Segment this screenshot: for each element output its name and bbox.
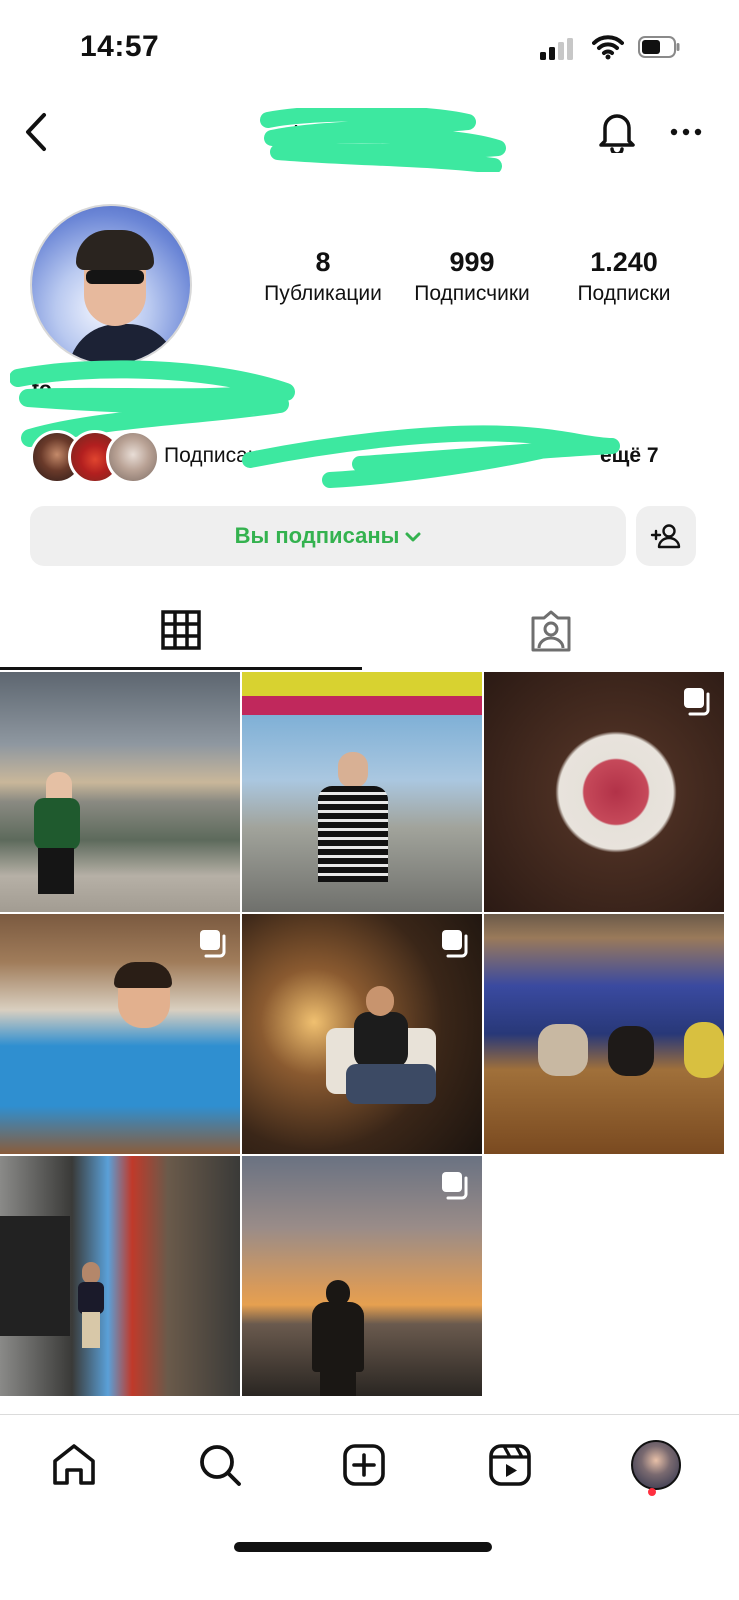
wifi-icon (592, 35, 624, 60)
reels-icon (489, 1444, 531, 1486)
nav-home-button[interactable] (44, 1435, 104, 1495)
following-dropdown-button[interactable]: Вы подписаны (30, 506, 626, 566)
redaction-scribble (260, 108, 506, 172)
suggested-accounts-button[interactable] (636, 506, 696, 566)
grid-icon (161, 609, 201, 650)
post-thumbnail[interactable] (242, 914, 482, 1154)
plus-square-icon (343, 1444, 385, 1486)
status-time: 14:57 (80, 30, 160, 63)
more-horizontal-icon (670, 128, 702, 136)
post-thumbnail[interactable] (0, 1156, 240, 1396)
profile-tabs (0, 592, 739, 670)
carousel-icon (442, 930, 468, 958)
following-count: 1.240 (590, 247, 658, 277)
bottom-tab-bar (0, 1414, 739, 1524)
profile-avatar[interactable] (30, 204, 192, 366)
notifications-button[interactable] (592, 106, 642, 156)
mutual-avatar (106, 430, 160, 484)
carousel-icon (684, 688, 710, 716)
post-thumbnail[interactable] (484, 672, 724, 912)
redaction-scribble (242, 425, 620, 488)
post-thumbnail[interactable] (242, 1156, 482, 1396)
nav-profile-button[interactable] (626, 1435, 686, 1495)
carousel-icon (442, 1172, 468, 1200)
nav-profile-avatar (631, 1440, 681, 1490)
posts-label: Публикации (264, 282, 382, 305)
followers-stat[interactable]: 999 Подписчики (396, 246, 548, 308)
add-user-icon (650, 524, 681, 549)
chevron-left-icon (26, 113, 46, 151)
following-label: Подписки (577, 282, 671, 305)
cellular-signal-icon (540, 38, 573, 60)
posts-count: 8 (315, 247, 331, 277)
posts-stat[interactable]: 8 Публикации (250, 246, 396, 308)
chevron-down-icon (405, 532, 421, 542)
tab-posts-grid[interactable] (0, 592, 362, 670)
profile-stats: 8 Публикации 999 Подписчики 1.240 Подпис… (250, 246, 700, 308)
back-button[interactable] (14, 108, 58, 156)
post-thumbnail[interactable] (484, 914, 724, 1154)
carousel-icon (200, 930, 226, 958)
followers-label: Подписчики (414, 282, 530, 305)
home-indicator[interactable] (234, 1542, 492, 1552)
nav-search-button[interactable] (190, 1435, 250, 1495)
tagged-person-icon (531, 610, 570, 652)
nav-reels-button[interactable] (480, 1435, 540, 1495)
activity-indicator-dot (648, 1488, 656, 1496)
following-button-label: Вы подписаны (234, 523, 400, 548)
tab-tagged[interactable] (362, 592, 739, 670)
home-icon (53, 1444, 95, 1485)
battery-icon (638, 36, 680, 58)
more-options-button[interactable] (664, 110, 708, 154)
following-stat[interactable]: 1.240 Подписки (548, 246, 700, 308)
bell-icon (599, 114, 635, 153)
post-thumbnail[interactable] (242, 672, 482, 912)
post-thumbnail[interactable] (0, 914, 240, 1154)
nav-create-button[interactable] (334, 1435, 394, 1495)
search-icon (200, 1445, 241, 1486)
followers-count: 999 (449, 247, 495, 277)
post-thumbnail[interactable] (0, 672, 240, 912)
status-bar: 14:57 (0, 0, 739, 96)
